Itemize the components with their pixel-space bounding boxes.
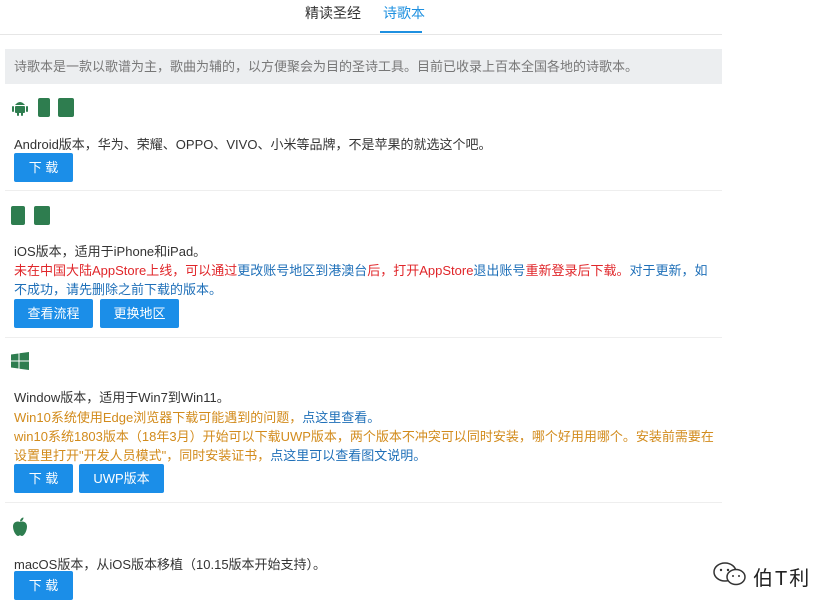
section-divider (5, 337, 722, 338)
section-divider (5, 502, 722, 503)
apple-icon (13, 517, 27, 536)
android-description: Android版本，华为、荣耀、OPPO、VIVO、小米等品牌，不是苹果的就选这… (14, 137, 492, 152)
windows-description: Window版本，适用于Win7到Win11。 (14, 390, 230, 405)
intro-banner: 诗歌本是一款以歌谱为主，歌曲为辅的，以方便聚会为目的圣诗工具。目前已收录上百本全… (5, 49, 722, 84)
tab-bar: 精读圣经 诗歌本 (0, 0, 722, 35)
windows-icon (11, 352, 29, 370)
phone-icon (37, 98, 50, 117)
section-divider (5, 190, 722, 191)
mac-download-button[interactable]: 下 载 (14, 571, 73, 600)
view-process-button[interactable]: 查看流程 (14, 299, 93, 328)
uwp-download-button[interactable]: UWP版本 (79, 464, 164, 493)
windows-platform-icons (11, 352, 34, 372)
tablet-icon (58, 98, 75, 117)
android-download-button[interactable]: 下 载 (14, 153, 73, 182)
ios-description: iOS版本，适用于iPhone和iPad。 (14, 244, 207, 259)
active-tab-indicator (380, 31, 422, 33)
ios-install-note: 未在中国大陆AppStore上线，可以通过更改账号地区到港澳台后，打开AppSt… (14, 261, 714, 299)
wechat-logo-icon (713, 562, 746, 586)
android-icon (12, 102, 28, 116)
phone-icon (11, 206, 25, 225)
tab-bible-reading[interactable]: 精读圣经 (305, 3, 361, 23)
edge-note-text: Win10系统使用Edge浏览器下载可能遇到的问题， (14, 410, 303, 425)
uwp-help-link[interactable]: 点这里可以查看图文说明。 (270, 448, 426, 463)
mac-platform-icons (11, 517, 34, 537)
tablet-icon (33, 206, 50, 225)
windows-download-button[interactable]: 下 载 (14, 464, 73, 493)
tab-hymnal[interactable]: 诗歌本 (383, 3, 425, 23)
sign-out-link[interactable]: 退出账号 (473, 263, 525, 278)
edge-help-link[interactable]: 点这里查看。 (302, 410, 380, 425)
ios-platform-icons (11, 206, 55, 226)
android-platform-icons (11, 98, 79, 118)
watermark-text: 伯T利 (753, 568, 812, 590)
ios-note-text: 重新登录后下载。 (525, 263, 630, 278)
windows-edge-note: Win10系统使用Edge浏览器下载可能遇到的问题，点这里查看。 (14, 407, 380, 426)
windows-uwp-note: win10系统1803版本（18年3月）开始可以下载UWP版本，两个版本不冲突可… (14, 427, 714, 465)
change-region-link[interactable]: 更改账号地区到港澳台 (237, 263, 367, 278)
ios-note-text: 后，打开AppStore (367, 263, 474, 278)
change-region-button[interactable]: 更换地区 (100, 299, 179, 328)
ios-note-text: 未在中国大陆AppStore上线，可以通过 (14, 263, 238, 278)
